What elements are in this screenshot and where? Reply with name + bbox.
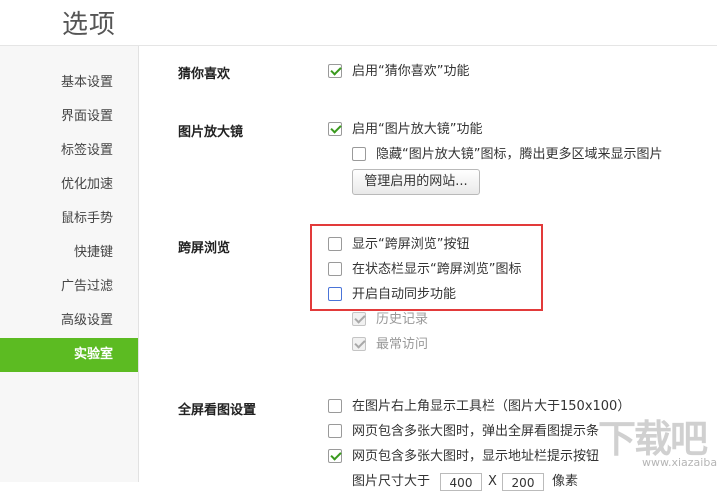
section-title-fullscreen: 全屏看图设置 bbox=[178, 403, 257, 418]
sidebar-item-basic[interactable]: 基本设置 bbox=[0, 66, 138, 100]
option-fullscreen-address-button[interactable]: 网页包含多张大图时，显示地址栏提示按钮 bbox=[328, 448, 599, 466]
size-separator: X bbox=[488, 474, 497, 489]
option-label: 网页包含多张大图时，显示地址栏提示按钮 bbox=[352, 449, 600, 464]
option-label: 网页包含多张大图时，弹出全屏看图提示条 bbox=[352, 424, 600, 439]
section-title-magnifier: 图片放大镜 bbox=[178, 125, 244, 140]
sidebar-item-optimize[interactable]: 优化加速 bbox=[0, 168, 138, 202]
option-cross-history[interactable]: 历史记录 bbox=[352, 311, 428, 329]
sidebar-item-lab[interactable]: 实验室 bbox=[0, 338, 138, 372]
sidebar-item-tabs[interactable]: 标签设置 bbox=[0, 134, 138, 168]
option-magnifier-enable[interactable]: 启用“图片放大镜”功能 bbox=[328, 121, 482, 139]
option-label: 历史记录 bbox=[376, 312, 429, 327]
highlight-box bbox=[310, 224, 543, 311]
sidebar-item-mouse-gesture[interactable]: 鼠标手势 bbox=[0, 202, 138, 236]
checkbox[interactable] bbox=[328, 121, 342, 136]
checkbox[interactable] bbox=[328, 448, 342, 463]
sidebar-item-shortcuts[interactable]: 快捷键 bbox=[0, 236, 138, 270]
option-guess-enable[interactable]: 启用“猜你喜欢”功能 bbox=[328, 63, 469, 81]
page-title: 选项 bbox=[62, 10, 117, 40]
manage-sites-button[interactable]: 管理启用的网站... bbox=[352, 169, 480, 195]
watermark-text: 下载吧 bbox=[598, 417, 708, 461]
checkbox[interactable] bbox=[352, 146, 366, 161]
section-title-cross: 跨屏浏览 bbox=[178, 241, 231, 256]
checkbox[interactable] bbox=[328, 63, 342, 78]
image-size-label: 图片尺寸大于 bbox=[352, 474, 431, 489]
option-fullscreen-toolbar[interactable]: 在图片右上角显示工具栏（图片大于150x100） bbox=[328, 398, 630, 416]
option-label: 隐藏“图片放大镜”图标，腾出更多区域来显示图片 bbox=[376, 147, 663, 162]
checkbox[interactable] bbox=[352, 311, 366, 326]
option-label: 最常访问 bbox=[376, 337, 429, 352]
sidebar: 基本设置 界面设置 标签设置 优化加速 鼠标手势 快捷键 广告过滤 高级设置 实… bbox=[0, 46, 139, 482]
option-label: 在图片右上角显示工具栏（图片大于150x100） bbox=[352, 399, 631, 414]
size-unit: 像素 bbox=[552, 474, 579, 489]
sidebar-item-advanced[interactable]: 高级设置 bbox=[0, 304, 138, 338]
watermark-logo: 下载吧 www.xiazaiba.com bbox=[598, 408, 717, 474]
image-width-input[interactable]: 400 bbox=[440, 473, 482, 491]
watermark-url: www.xiazaiba.com bbox=[642, 456, 717, 469]
checkbox[interactable] bbox=[352, 336, 366, 351]
checkbox[interactable] bbox=[328, 423, 342, 438]
sidebar-item-adblock[interactable]: 广告过滤 bbox=[0, 270, 138, 304]
option-label: 启用“猜你喜欢”功能 bbox=[352, 64, 470, 79]
option-magnifier-hide-icon[interactable]: 隐藏“图片放大镜”图标，腾出更多区域来显示图片 bbox=[352, 146, 662, 164]
sidebar-item-interface[interactable]: 界面设置 bbox=[0, 100, 138, 134]
section-title-guess: 猜你喜欢 bbox=[178, 67, 231, 82]
checkbox[interactable] bbox=[328, 398, 342, 413]
option-label: 启用“图片放大镜”功能 bbox=[352, 122, 483, 137]
option-cross-frequent[interactable]: 最常访问 bbox=[352, 336, 428, 354]
option-fullscreen-prompt[interactable]: 网页包含多张大图时，弹出全屏看图提示条 bbox=[328, 423, 599, 441]
image-height-input[interactable]: 200 bbox=[502, 473, 544, 491]
